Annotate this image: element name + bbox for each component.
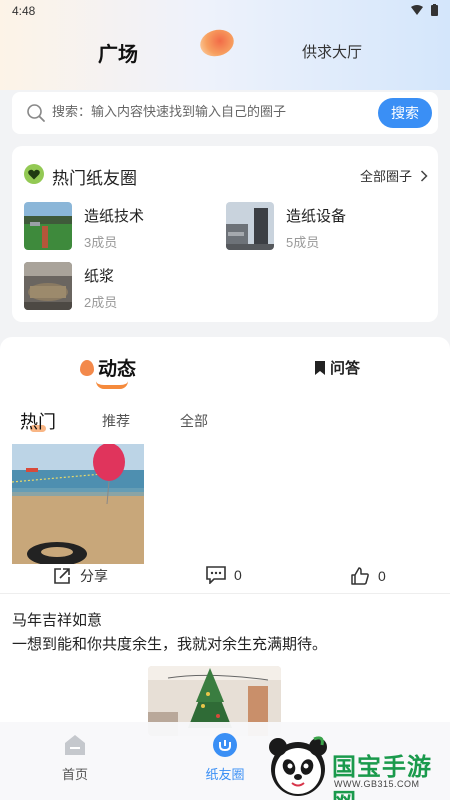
watermark-logo: 国宝手游网 WWW.GB315.COM (262, 735, 450, 800)
circle-thumbnail (226, 202, 274, 250)
share-icon (54, 568, 70, 584)
circles-icon (213, 733, 237, 757)
flame-icon (80, 359, 94, 376)
share-label: 分享 (80, 568, 108, 584)
like-button[interactable]: 0 (350, 566, 386, 586)
thumbs-up-icon (351, 567, 369, 585)
chevron-right-icon (420, 169, 428, 182)
watermark-name: 国宝手游网 (332, 754, 432, 800)
circle-thumbnail (24, 202, 72, 250)
circle-members: 5成员 (286, 235, 320, 250)
status-icons (411, 4, 438, 16)
home-icon (65, 735, 85, 755)
search-input[interactable] (52, 104, 372, 119)
post-body: 一想到能和你共度余生，我就对余生充满期待。 (12, 636, 328, 653)
tab-circles-label: 纸友圈 (205, 767, 245, 782)
search-button[interactable]: 搜索 (378, 98, 432, 128)
comment-button[interactable]: 0 (206, 566, 242, 584)
hot-circles-section: 热门纸友圈 全部圈子 造纸技术 3成员 造纸设备 5成员 纸浆 2成员 (12, 146, 438, 322)
circle-item[interactable]: 造纸技术 3成员 (24, 202, 214, 252)
watermark-url: WWW.GB315.COM (334, 779, 420, 789)
status-time: 4:48 (12, 4, 36, 18)
circle-members: 3成员 (84, 235, 118, 250)
circle-name: 造纸设备 (286, 208, 347, 225)
tab-qa-label: 问答 (330, 360, 361, 377)
comment-icon (206, 566, 226, 584)
all-circles-label: 全部圈子 (359, 169, 412, 184)
all-circles-link[interactable]: 全部圈子 (360, 166, 428, 185)
divider (0, 593, 450, 594)
post-title: 马年吉祥如意 (12, 612, 103, 629)
circle-item[interactable]: 纸浆 2成员 (24, 262, 214, 312)
circle-thumbnail (24, 262, 72, 310)
tab-dynamic[interactable]: 动态 (80, 354, 136, 381)
tab-circles[interactable]: 纸友圈 (185, 732, 265, 783)
tab-home[interactable]: 首页 (35, 732, 115, 783)
circle-members: 2成员 (84, 295, 118, 310)
bookmark-icon (315, 360, 325, 375)
panda-icon (269, 736, 327, 796)
circle-name: 造纸技术 (84, 208, 145, 225)
wifi-icon (411, 5, 423, 15)
circle-item[interactable]: 造纸设备 5成员 (226, 202, 416, 252)
tab-market-hall[interactable]: 供求大厅 (302, 41, 362, 62)
tab-home-label: 首页 (61, 767, 88, 782)
share-button[interactable]: 分享 (52, 566, 108, 586)
section-title: 热门纸友圈 (52, 169, 137, 188)
circle-name: 纸浆 (84, 268, 115, 285)
active-tab-indicator (96, 381, 128, 389)
subtab-recommended[interactable]: 推荐 (102, 411, 130, 431)
search-bar: 搜索 (12, 92, 438, 134)
heart-badge-icon (24, 164, 44, 184)
tab-qa[interactable]: 问答 (314, 357, 360, 378)
comment-count: 0 (234, 567, 242, 583)
battery-icon (431, 4, 438, 16)
subtab-all[interactable]: 全部 (180, 411, 208, 431)
tab-square[interactable]: 广场 (98, 38, 138, 67)
like-count: 0 (378, 568, 386, 584)
tab-dynamic-label: 动态 (98, 359, 137, 380)
status-bar: 4:48 (0, 0, 450, 22)
subtab-hot[interactable]: 热门 (20, 408, 56, 434)
search-icon (27, 104, 45, 122)
post-image[interactable] (12, 444, 144, 564)
